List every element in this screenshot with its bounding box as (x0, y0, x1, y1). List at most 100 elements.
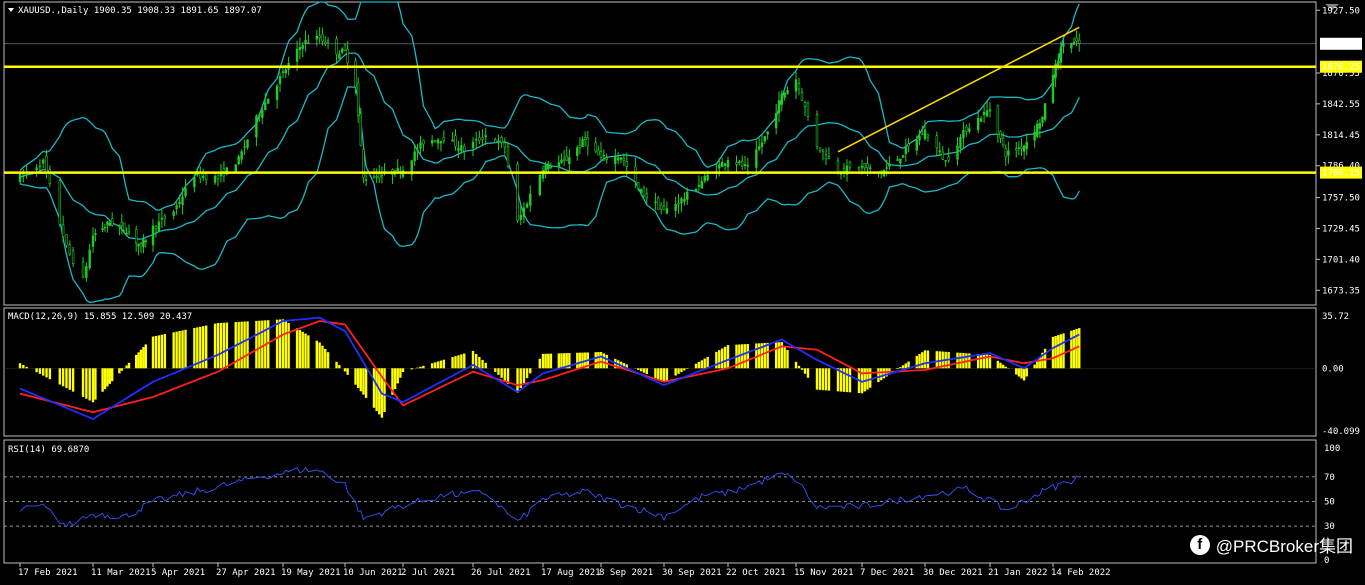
candle-body (1015, 148, 1018, 151)
macd-histogram-bar (639, 368, 643, 372)
candle-body (61, 224, 65, 238)
macd-histogram-bar (484, 362, 487, 369)
macd-histogram-bar (818, 368, 822, 390)
candle-body (18, 174, 22, 182)
candle-body (58, 180, 62, 225)
macd-histogram-bar (642, 368, 646, 373)
candle-body (243, 146, 246, 148)
candle-body (419, 142, 422, 149)
candle-body (1057, 60, 1060, 67)
candle-body (697, 184, 701, 187)
macd-histogram-bar (175, 331, 178, 369)
candle-body (700, 180, 704, 189)
candle-body (746, 164, 750, 167)
macd-histogram-bar (243, 321, 246, 369)
date-axis-label: 30 Dec 2021 (923, 568, 983, 578)
candle-body (1020, 146, 1023, 149)
macd-histogram-bar (301, 331, 304, 369)
macd-histogram-bar (135, 354, 138, 369)
macd-histogram-bar (430, 363, 434, 369)
candle-body (938, 150, 941, 153)
macd-histogram-bar (715, 351, 718, 369)
date-axis-label: 5 Apr 2021 (151, 568, 205, 578)
candle-body (996, 105, 1000, 135)
macd-histogram-bar (307, 335, 310, 369)
price-axis-label: 1729.45 (1322, 224, 1360, 234)
macd-histogram-bar (91, 368, 95, 403)
candle-body (921, 133, 924, 136)
candle-body (565, 155, 568, 161)
candle-body (659, 204, 663, 210)
candle-body (1001, 138, 1005, 146)
chart-canvas: 1927.501870.551842.551814.451786.401757.… (3, 1, 1362, 578)
candle-body (326, 40, 330, 43)
macd-histogram-bar (557, 353, 561, 369)
candle-body (657, 197, 660, 210)
macd-histogram-bar (295, 328, 299, 369)
facebook-icon: f (1189, 534, 1210, 555)
macd-histogram-bar (433, 362, 437, 369)
macd-axis-label: 0.00 (1322, 364, 1344, 374)
macd-histogram-bar (503, 368, 507, 381)
macd-histogram-bar (797, 365, 801, 369)
macd-histogram-bar (364, 368, 368, 398)
price-axis-label: 1842.55 (1322, 100, 1360, 110)
macd-histogram-bar (410, 368, 413, 370)
macd-histogram-bar (213, 323, 217, 369)
candle-body (976, 117, 980, 130)
macd-histogram-bar (935, 351, 939, 369)
candle-body (503, 142, 507, 148)
macd-histogram-bar (982, 354, 986, 369)
candle-body (346, 48, 349, 64)
candle-body (637, 182, 640, 189)
candle-body (827, 156, 831, 159)
candle-body (315, 35, 319, 40)
candle-body (683, 198, 686, 202)
level-price-label: 1876.25 (1322, 63, 1360, 73)
macd-histogram-bar (25, 366, 28, 369)
menu-triangle-icon (8, 8, 14, 12)
candle-body (71, 250, 75, 264)
macd-histogram-bar (101, 368, 104, 392)
date-axis-label: 10 Jun 2021 (343, 568, 403, 578)
candle-body (602, 154, 606, 157)
macd-histogram-bar (383, 368, 386, 412)
candle-body (944, 160, 947, 162)
macd-histogram-bar (22, 365, 25, 369)
candle-body (1051, 74, 1055, 103)
price-axis-label: 1814.45 (1322, 131, 1360, 141)
macd-histogram-bar (703, 358, 706, 369)
candle-body (735, 162, 738, 165)
candle-body (108, 222, 112, 226)
macd-histogram-bar (439, 360, 443, 369)
macd-histogram-bar (160, 334, 164, 369)
candle-body (48, 168, 52, 184)
macd-histogram-bar (85, 368, 88, 399)
macd-histogram-bar (442, 359, 446, 369)
macd-histogram-bar (541, 353, 545, 369)
candle-body (926, 133, 930, 138)
date-axis-label: 19 May 2021 (281, 568, 341, 578)
macd-histogram-bar (594, 352, 597, 369)
candle-body (91, 235, 95, 247)
candle-body (821, 149, 825, 152)
candle-body (885, 167, 888, 169)
candle-body (439, 140, 443, 144)
date-axis-label: 7 Dec 2021 (860, 568, 914, 578)
macd-histogram-bar (896, 368, 899, 370)
macd-histogram-bar (396, 368, 399, 384)
candle-body (246, 139, 249, 148)
candle-body (956, 145, 959, 160)
candle-body (103, 226, 107, 229)
macd-histogram-bar (120, 368, 123, 371)
macd-histogram-bar (549, 353, 553, 369)
candle-body (783, 92, 786, 98)
macd-histogram-bar (58, 368, 62, 385)
macd-histogram-bar (68, 368, 71, 390)
candle-body (726, 159, 730, 168)
macd-histogram-bar (1033, 364, 1036, 369)
candle-body (680, 198, 683, 204)
macd-histogram-bar (94, 368, 97, 400)
candle-body (375, 176, 378, 178)
macd-histogram-bar (959, 352, 962, 369)
